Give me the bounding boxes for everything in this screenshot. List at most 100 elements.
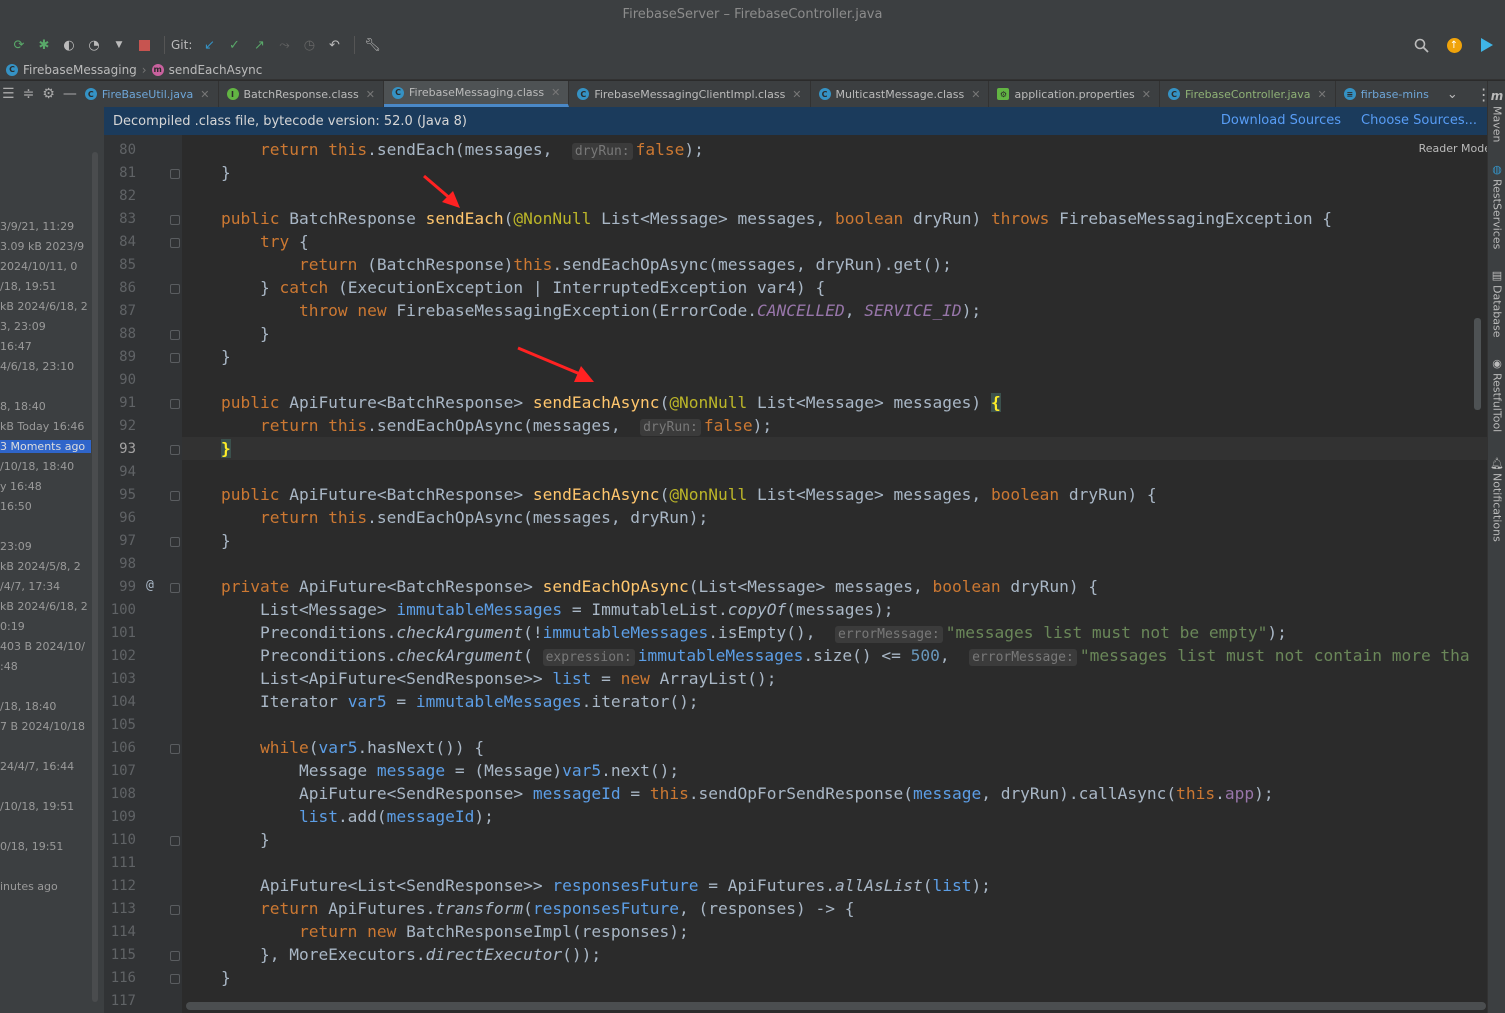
fold-marker-icon[interactable]: [170, 537, 180, 547]
plugin-logo-icon[interactable]: [1476, 34, 1498, 56]
project-file-entry[interactable]: 3.09 kB 2023/9: [0, 240, 84, 253]
git-rollback-icon[interactable]: ↶: [323, 34, 345, 56]
close-icon[interactable]: ✕: [551, 86, 560, 99]
debug-icon[interactable]: ✱: [33, 34, 55, 56]
project-file-entry[interactable]: 3/9/21, 11:29: [0, 220, 74, 233]
rerun-icon[interactable]: ⟳: [8, 34, 30, 56]
tab-application-properties[interactable]: ⚙ application.properties ✕: [989, 81, 1160, 107]
chevron-down-icon[interactable]: ▼: [108, 34, 130, 56]
project-file-entry[interactable]: /18, 18:40: [0, 700, 56, 713]
project-panel-scrollbar[interactable]: [92, 152, 98, 1002]
fold-marker-icon[interactable]: [170, 399, 180, 409]
stop-icon[interactable]: [133, 34, 155, 56]
chevron-down-icon[interactable]: ⌄: [1437, 87, 1468, 102]
tool-database[interactable]: ▤ Database: [1488, 269, 1505, 338]
project-file-entry[interactable]: /10/18, 18:40: [0, 460, 74, 473]
reader-mode-button[interactable]: Reader Mode: [1419, 142, 1491, 155]
gear-icon[interactable]: ⚙: [42, 86, 55, 102]
fold-marker-icon[interactable]: [170, 445, 180, 455]
git-pull-request-icon[interactable]: ⤳: [273, 34, 295, 56]
minimize-icon[interactable]: —: [63, 86, 77, 102]
fold-marker-icon[interactable]: [170, 951, 180, 961]
tab-firebase-messaging-client-impl[interactable]: C FirebaseMessagingClientImpl.class ✕: [569, 81, 811, 107]
project-file-entry[interactable]: 24/4/7, 16:44: [0, 760, 74, 773]
collapse-all-icon[interactable]: ≑: [23, 86, 35, 102]
tab-fire-base-util[interactable]: C FireBaseUtil.java ✕: [77, 81, 219, 107]
expand-all-icon[interactable]: ☰: [2, 86, 15, 102]
search-icon[interactable]: [1410, 34, 1432, 56]
coverage-icon[interactable]: ◐: [58, 34, 80, 56]
close-icon[interactable]: ✕: [200, 88, 209, 101]
project-file-entry[interactable]: y 16:48: [0, 480, 42, 493]
project-file-entry[interactable]: 0/18, 19:51: [0, 840, 63, 853]
line-number: 94: [119, 464, 136, 480]
fold-marker-icon[interactable]: [170, 905, 180, 915]
close-icon[interactable]: ✕: [971, 88, 980, 101]
close-icon[interactable]: ✕: [366, 88, 375, 101]
project-file-entry[interactable]: 3, 23:09: [0, 320, 46, 333]
fold-marker-icon[interactable]: [170, 836, 180, 846]
fold-marker-icon[interactable]: [170, 330, 180, 340]
git-commit-icon[interactable]: ✓: [223, 34, 245, 56]
tab-firebase-messaging[interactable]: C FirebaseMessaging.class ✕: [384, 81, 570, 107]
project-file-entry[interactable]: kB 2024/6/18, 2: [0, 300, 88, 313]
download-sources-link[interactable]: Download Sources: [1221, 113, 1341, 128]
settings-wrench-icon[interactable]: 🔧︎: [361, 34, 383, 56]
project-file-entry[interactable]: 23:09: [0, 540, 32, 553]
project-file-entry[interactable]: kB Today 16:46: [0, 420, 84, 433]
project-file-entry[interactable]: /18, 19:51: [0, 280, 56, 293]
tab-firbase-mins[interactable]: ≡ firbase-mins: [1336, 81, 1437, 107]
tool-restservices[interactable]: ◍ RestServices: [1488, 163, 1505, 249]
tool-maven[interactable]: m Maven: [1488, 89, 1505, 142]
project-file-entry[interactable]: 0:19: [0, 620, 25, 633]
tab-multicast-message[interactable]: C MulticastMessage.class ✕: [811, 81, 990, 107]
project-file-entry[interactable]: 4/6/18, 23:10: [0, 360, 74, 373]
project-file-entry[interactable]: 16:50: [0, 500, 32, 513]
breadcrumb-method[interactable]: sendEachAsync: [169, 63, 263, 77]
fold-marker-icon[interactable]: [170, 353, 180, 363]
project-file-entry[interactable]: kB 2024/5/8, 2: [0, 560, 81, 573]
fold-marker-icon[interactable]: [170, 238, 180, 248]
project-file-entry[interactable]: /4/7, 17:34: [0, 580, 60, 593]
project-file-entry[interactable]: 3 Moments ago: [0, 440, 92, 453]
git-update-icon[interactable]: ↙: [198, 34, 220, 56]
update-available-icon[interactable]: ↑: [1443, 34, 1465, 56]
project-file-entry[interactable]: :48: [0, 660, 18, 673]
fold-marker-icon[interactable]: [170, 284, 180, 294]
git-history-icon[interactable]: ◷: [298, 34, 320, 56]
git-push-icon[interactable]: ↗: [248, 34, 270, 56]
tab-firebase-controller[interactable]: C FirebaseController.java ✕: [1160, 81, 1336, 107]
tool-restfultool[interactable]: ◉ RestfulTool: [1488, 357, 1505, 432]
fold-marker-icon[interactable]: [170, 491, 180, 501]
line-number: 101: [110, 625, 136, 641]
profile-icon[interactable]: ◔: [83, 34, 105, 56]
close-icon[interactable]: ✕: [1318, 88, 1327, 101]
tab-label: FirebaseMessaging.class: [409, 86, 545, 99]
project-file-entry[interactable]: inutes ago: [0, 880, 58, 893]
tool-notifications[interactable]: 🔔︎ Notifications: [1488, 457, 1505, 542]
project-file-entry[interactable]: 16:47: [0, 340, 32, 353]
fold-marker-icon[interactable]: [170, 744, 180, 754]
code-editor[interactable]: return this.sendEach(messages, dryRun: fa…: [182, 135, 1487, 1013]
vertical-scrollbar[interactable]: [1474, 318, 1481, 410]
fold-marker-icon[interactable]: [170, 583, 180, 593]
horizontal-scrollbar[interactable]: [186, 1002, 1486, 1010]
project-file-entry[interactable]: 8, 18:40: [0, 400, 46, 413]
fold-marker-icon[interactable]: [170, 169, 180, 179]
breadcrumb-class[interactable]: FirebaseMessaging: [23, 63, 137, 77]
project-file-entry[interactable]: 7 B 2024/10/18: [0, 720, 85, 733]
override-marker-icon[interactable]: @: [146, 578, 154, 593]
project-file-entry[interactable]: kB 2024/6/18, 2: [0, 600, 88, 613]
choose-sources-link[interactable]: Choose Sources...: [1361, 113, 1477, 128]
close-icon[interactable]: ✕: [1142, 88, 1151, 101]
project-file-entry[interactable]: 403 B 2024/10/: [0, 640, 85, 653]
fold-marker-icon[interactable]: [170, 215, 180, 225]
tab-batch-response[interactable]: I BatchResponse.class ✕: [219, 81, 384, 107]
code-line: }: [182, 968, 231, 987]
class-icon: C: [818, 88, 831, 100]
fold-marker-icon[interactable]: [170, 974, 180, 984]
project-file-entry[interactable]: /10/18, 19:51: [0, 800, 74, 813]
project-file-entry[interactable]: 2024/10/11, 0: [0, 260, 77, 273]
close-icon[interactable]: ✕: [792, 88, 801, 101]
